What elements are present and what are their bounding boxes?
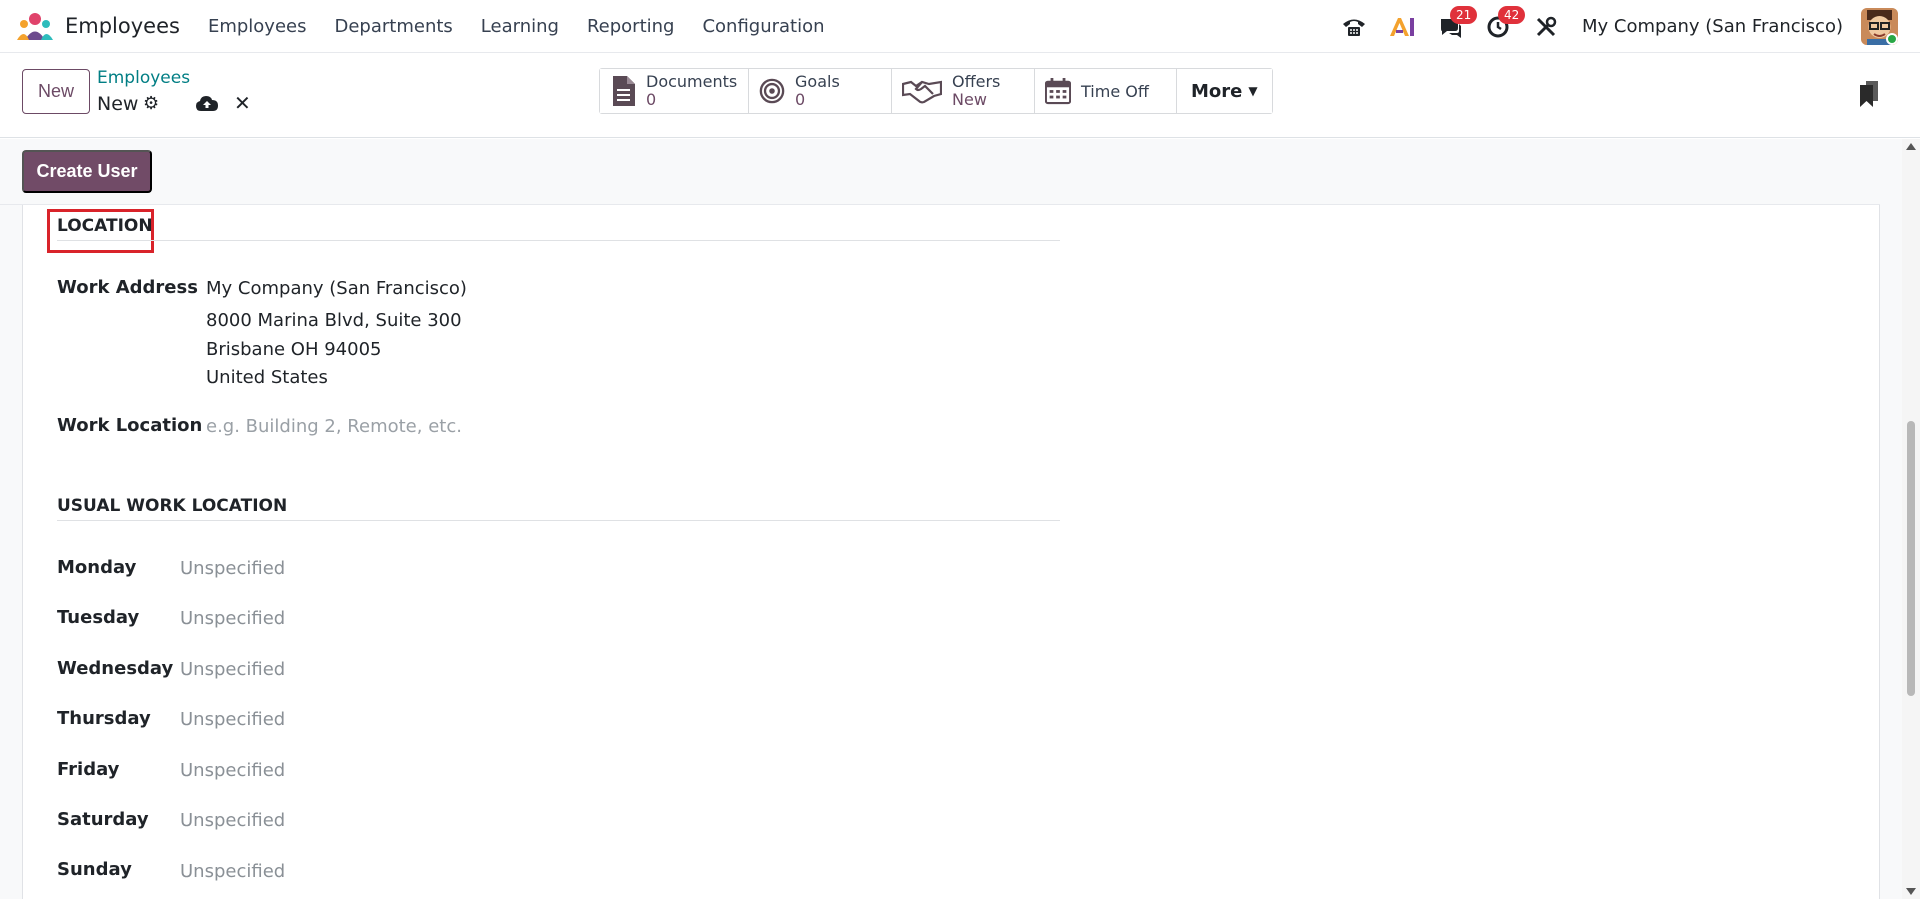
saturday-location-select[interactable]: Unspecified [180, 810, 285, 831]
usual-work-location-title: USUAL WORK LOCATION [57, 496, 288, 516]
clock-icon[interactable]: 42 [1483, 5, 1526, 42]
form-sheet: LOCATION Work Address My Company (San Fr… [22, 205, 1880, 899]
app-name[interactable]: Employees [65, 14, 180, 38]
handshake-icon [902, 77, 942, 105]
work-address-company[interactable]: My Company (San Francisco) [206, 278, 467, 299]
menu-learning[interactable]: Learning [481, 16, 559, 37]
caret-down-icon: ▼ [1248, 84, 1258, 98]
employees-app-icon[interactable] [17, 11, 53, 41]
thursday-label: Thursday [57, 708, 151, 729]
work-address-city: Brisbane OH 94005 [206, 339, 382, 360]
calendar-icon [1045, 77, 1071, 105]
chatter-toggle-icon[interactable] [1860, 81, 1880, 107]
tuesday-location-select[interactable]: Unspecified [180, 608, 285, 629]
friday-label: Friday [57, 759, 120, 780]
tuesday-label: Tuesday [57, 607, 140, 628]
documents-smart-button[interactable]: Documents 0 [600, 69, 749, 113]
work-address-country: United States [206, 367, 328, 388]
discard-icon[interactable]: ✕ [234, 91, 251, 115]
menu-reporting[interactable]: Reporting [587, 16, 675, 37]
gear-icon[interactable]: ⚙ [143, 93, 159, 114]
online-status-indicator [1886, 33, 1898, 45]
work-location-input[interactable]: e.g. Building 2, Remote, etc. [206, 416, 462, 437]
saturday-label: Saturday [57, 809, 149, 830]
menu-departments[interactable]: Departments [334, 16, 452, 37]
offers-label: Offers [952, 72, 1001, 91]
more-label: More [1191, 80, 1243, 102]
new-button[interactable]: New [22, 69, 90, 114]
time-off-smart-button[interactable]: Time Off [1035, 69, 1177, 113]
create-user-button[interactable]: Create User [22, 150, 152, 193]
top-navbar: Employees Employees Departments Learning… [0, 0, 1920, 53]
goals-smart-button[interactable]: Goals 0 [749, 69, 892, 113]
sunday-label: Sunday [57, 859, 132, 880]
time-off-label: Time Off [1081, 81, 1149, 101]
target-icon [759, 77, 785, 105]
scroll-down-arrow-icon[interactable] [1906, 888, 1916, 895]
menu-configuration[interactable]: Configuration [702, 16, 824, 37]
offers-status: New [952, 90, 987, 109]
phone-icon[interactable] [1339, 12, 1369, 42]
work-address-label: Work Address [57, 277, 198, 298]
goals-label: Goals [795, 72, 840, 91]
messages-badge: 21 [1450, 5, 1478, 24]
ai-icon[interactable] [1387, 12, 1417, 42]
chat-icon[interactable]: 21 [1435, 5, 1478, 42]
menu-employees[interactable]: Employees [208, 16, 307, 37]
documents-label: Documents [646, 72, 738, 91]
usual-work-location-divider [57, 520, 1060, 521]
breadcrumb-current: New [97, 93, 139, 115]
wednesday-location-select[interactable]: Unspecified [180, 659, 285, 680]
location-divider [57, 240, 1060, 241]
save-cloud-icon[interactable] [195, 93, 219, 113]
scroll-thumb[interactable] [1907, 421, 1915, 696]
control-panel: New Employees New ⚙ ✕ Documents 0 Goals … [0, 53, 1920, 138]
thursday-location-select[interactable]: Unspecified [180, 709, 285, 730]
user-avatar[interactable] [1861, 8, 1898, 45]
sunday-location-select[interactable]: Unspecified [180, 861, 285, 882]
offers-smart-button[interactable]: Offers New [892, 69, 1035, 113]
document-icon [610, 76, 636, 106]
smart-buttons: Documents 0 Goals 0 Offers New Time Off … [599, 68, 1273, 114]
location-section-title: LOCATION [57, 216, 153, 236]
documents-count: 0 [646, 90, 657, 109]
work-address-street: 8000 Marina Blvd, Suite 300 [206, 310, 462, 331]
vertical-scrollbar[interactable] [1902, 139, 1920, 899]
more-dropdown-button[interactable]: More ▼ [1177, 69, 1272, 113]
wednesday-label: Wednesday [57, 658, 174, 679]
tools-icon[interactable] [1531, 12, 1561, 42]
breadcrumb-employees[interactable]: Employees [97, 68, 190, 88]
company-switcher[interactable]: My Company (San Francisco) [1582, 16, 1843, 37]
friday-location-select[interactable]: Unspecified [180, 760, 285, 781]
activities-badge: 42 [1498, 5, 1526, 24]
scroll-up-arrow-icon[interactable] [1906, 143, 1916, 150]
goals-count: 0 [795, 90, 806, 109]
form-statusbar: Create User [0, 139, 1880, 205]
monday-location-select[interactable]: Unspecified [180, 558, 285, 579]
work-location-label: Work Location [57, 415, 203, 436]
monday-label: Monday [57, 557, 137, 578]
